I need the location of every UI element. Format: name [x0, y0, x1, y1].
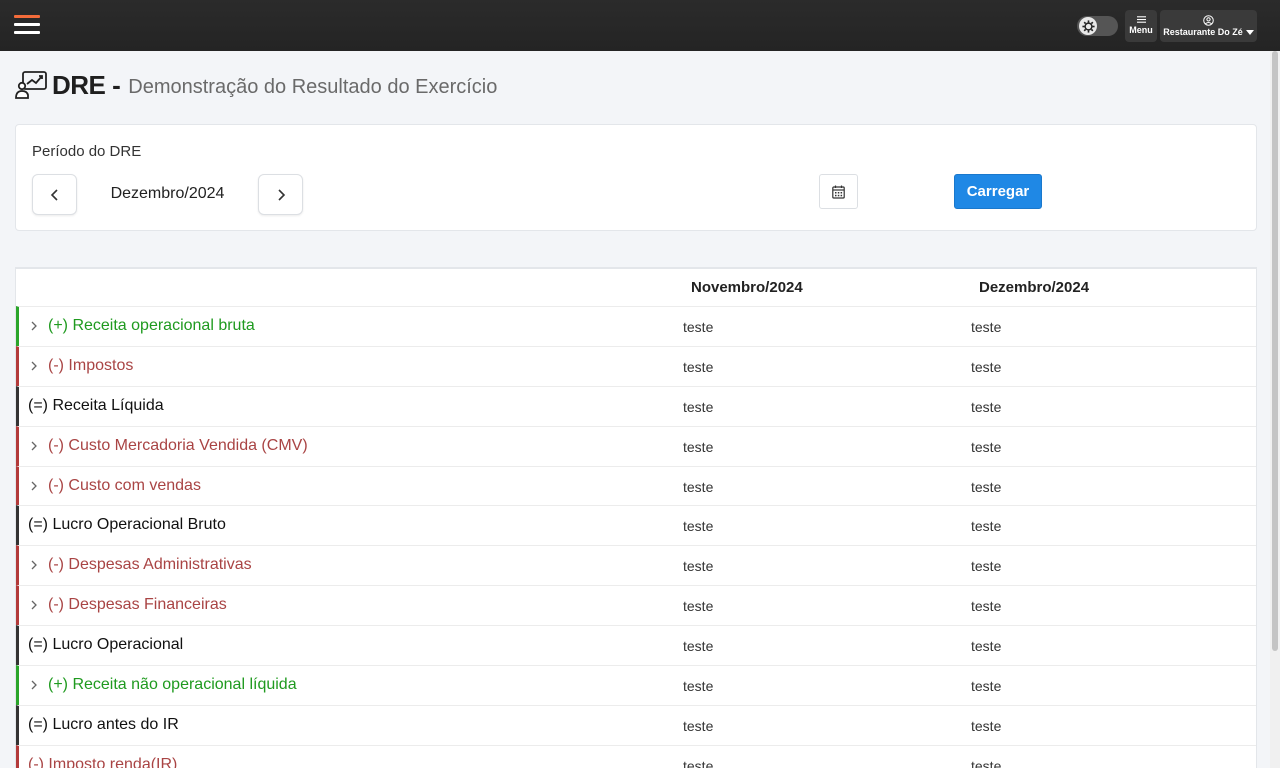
table-row: (=) Lucro antes do IR teste teste	[16, 704, 1256, 745]
menu-button[interactable]: Menu	[1125, 10, 1157, 42]
row-value: teste	[683, 358, 714, 375]
row-label: (-) Custo com vendas	[48, 476, 201, 494]
table-row[interactable]: (-) Impostos teste teste	[16, 345, 1256, 386]
chevron-right-icon[interactable]	[27, 479, 41, 493]
row-value: teste	[971, 518, 1002, 535]
row-value: teste	[683, 518, 714, 535]
table-row[interactable]: (+) Receita não operacional líquida test…	[16, 665, 1256, 705]
row-value: teste	[971, 757, 1002, 768]
menu-label: Menu	[1129, 25, 1153, 35]
row-value: teste	[683, 319, 714, 335]
finance-chart-icon	[15, 71, 47, 99]
row-value: teste	[971, 398, 1002, 415]
table-row[interactable]: (+) Receita operacional bruta teste test…	[16, 306, 1256, 346]
row-label: (=) Lucro Operacional	[28, 636, 184, 654]
dre-rows: (+) Receita operacional bruta teste test…	[16, 306, 1256, 768]
row-label: (+) Receita não operacional líquida	[48, 676, 297, 694]
chevron-right-icon	[277, 188, 285, 201]
chevron-right-icon[interactable]	[27, 598, 41, 612]
period-card: Período do DRE Dezembro/2024 Carregar	[15, 124, 1257, 231]
page-subtitle: Demonstração do Resultado do Exercício	[128, 75, 498, 98]
page-title: DRE - Demonstração do Resultado do Exerc…	[15, 68, 497, 102]
row-label: (-) Imposto renda(IR)	[28, 755, 178, 768]
chevron-right-icon[interactable]	[27, 558, 41, 572]
column-header: Novembro/2024	[691, 279, 803, 296]
hamburger-menu-icon[interactable]	[14, 15, 41, 35]
row-value: teste	[683, 398, 714, 415]
row-value: teste	[683, 438, 714, 455]
theme-toggle[interactable]	[1077, 16, 1118, 36]
period-label: Período do DRE	[32, 143, 142, 160]
page-title-text: DRE -	[52, 69, 121, 100]
list-icon	[1136, 16, 1146, 23]
chevron-right-icon[interactable]	[27, 439, 41, 453]
row-label: (+) Receita operacional bruta	[48, 317, 255, 334]
row-label: (-) Despesas Financeiras	[48, 596, 227, 614]
row-label: (=) Receita Líquida	[28, 396, 164, 414]
chevron-right-icon[interactable]	[27, 359, 41, 373]
row-value: teste	[683, 478, 714, 495]
table-row: (=) Lucro Operacional Bruto teste teste	[16, 505, 1256, 546]
scrollbar-thumb[interactable]	[1272, 51, 1278, 651]
row-value: teste	[683, 757, 714, 768]
row-label: (-) Despesas Administrativas	[48, 556, 252, 574]
row-value: teste	[971, 598, 1002, 615]
row-label: (=) Lucro antes do IR	[28, 715, 179, 733]
table-row: (=) Receita Líquida teste teste	[16, 385, 1256, 426]
table-row[interactable]: (-) Despesas Financeiras teste teste	[16, 585, 1256, 626]
table-row[interactable]: (-) Custo com vendas teste teste	[16, 465, 1256, 506]
table-row[interactable]: (-) Imposto renda(IR) teste teste	[16, 744, 1256, 768]
user-circle-icon	[1203, 15, 1214, 26]
calendar-icon	[832, 185, 845, 199]
chevron-left-icon	[50, 188, 58, 201]
row-value: teste	[971, 678, 1002, 695]
caret-down-icon	[1245, 30, 1254, 36]
column-header: Dezembro/2024	[979, 279, 1090, 296]
dre-table: Novembro/2024 Dezembro/2024 (+) Receita …	[15, 267, 1257, 768]
table-row: (=) Lucro Operacional teste teste	[16, 625, 1256, 666]
previous-period-button[interactable]	[32, 174, 77, 215]
table-row[interactable]: (-) Despesas Administrativas teste teste	[16, 545, 1256, 586]
gear-icon	[1079, 17, 1097, 35]
chevron-right-icon[interactable]	[27, 319, 41, 333]
row-label: (=) Lucro Operacional Bruto	[28, 516, 226, 534]
top-bar: Menu Restaurante Do Zé	[0, 0, 1280, 51]
row-value: teste	[971, 478, 1002, 495]
row-value: teste	[971, 638, 1002, 655]
user-account-button[interactable]: Restaurante Do Zé	[1160, 10, 1257, 42]
load-button[interactable]: Carregar	[954, 174, 1042, 209]
period-value: Dezembro/2024	[110, 185, 225, 202]
row-value: teste	[971, 558, 1002, 575]
row-value: teste	[971, 438, 1002, 455]
row-value: teste	[971, 358, 1002, 375]
user-label: Restaurante Do Zé	[1163, 27, 1243, 37]
row-value: teste	[971, 717, 1002, 734]
calendar-button[interactable]	[819, 174, 858, 209]
chevron-right-icon[interactable]	[27, 678, 41, 692]
row-value: teste	[683, 638, 714, 655]
row-label: (-) Custo Mercadoria Vendida (CMV)	[48, 436, 308, 454]
scrollbar[interactable]	[1270, 51, 1280, 768]
row-label: (-) Impostos	[48, 356, 134, 374]
row-value: teste	[683, 717, 714, 734]
table-row[interactable]: (-) Custo Mercadoria Vendida (CMV) teste…	[16, 425, 1256, 466]
row-value: teste	[683, 558, 714, 575]
next-period-button[interactable]	[258, 174, 303, 215]
row-value: teste	[683, 598, 714, 615]
row-value: teste	[683, 678, 714, 695]
row-value: teste	[971, 319, 1002, 335]
